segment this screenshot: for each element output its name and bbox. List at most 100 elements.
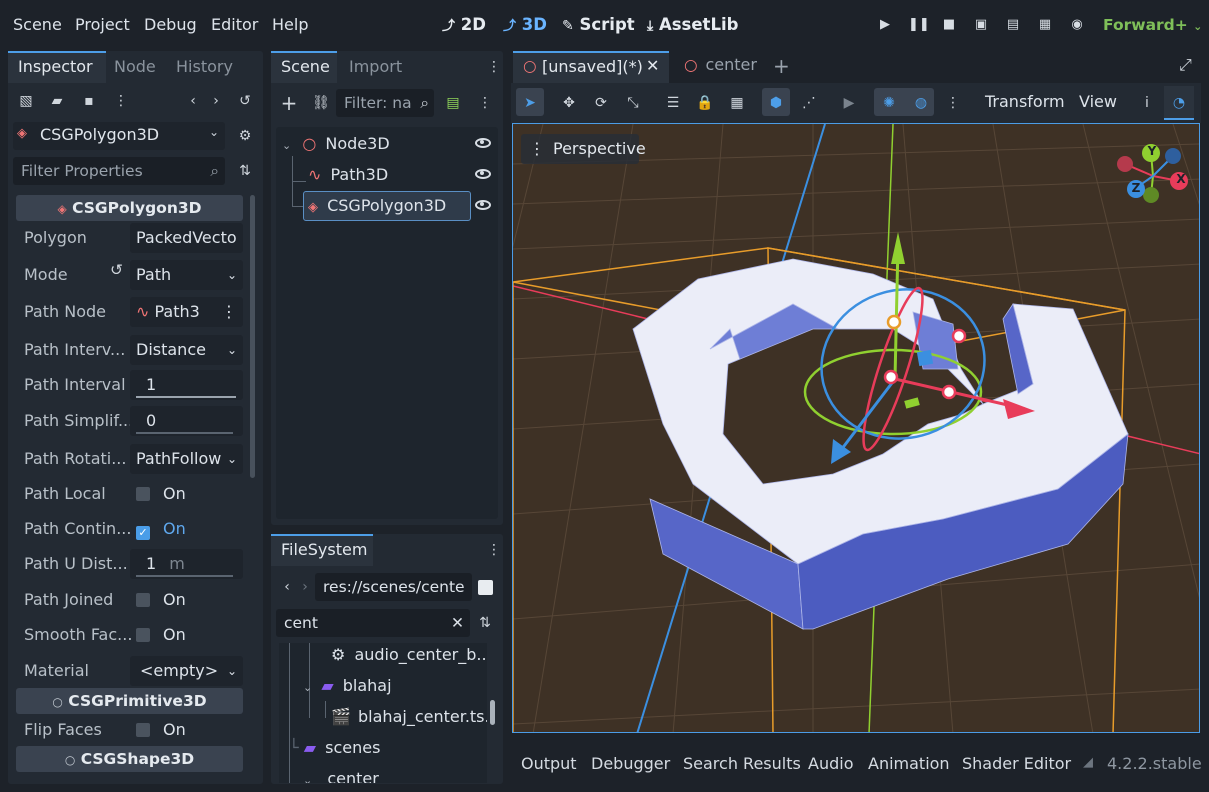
menu-scene[interactable]: Scene (13, 14, 62, 36)
prop-polygon-value[interactable]: PackedVecto (130, 223, 243, 253)
remote-debug-icon[interactable]: ▣ (972, 16, 990, 34)
save-icon[interactable]: ▪ (78, 90, 100, 112)
tree-node-node3d[interactable]: ⌄ ○ Node3D (282, 130, 390, 158)
forward-icon[interactable]: › (205, 90, 227, 112)
more-options-icon[interactable]: ⋮ (110, 90, 132, 112)
new-resource-icon[interactable]: ▧ (15, 90, 37, 112)
close-icon[interactable]: ✕ (451, 609, 464, 637)
play-scene-icon[interactable]: ▤ (1004, 16, 1022, 34)
prop-mode-select[interactable]: Path ⌄ (130, 260, 243, 290)
tab-scene[interactable]: Scene (271, 51, 337, 83)
tree-node-csgpolygon3d[interactable]: ◈ CSGPolygon3D (303, 191, 471, 221)
forward-icon[interactable]: › (294, 576, 316, 598)
stop-icon[interactable]: ■ (940, 16, 958, 34)
scene-tab-center[interactable]: ○ center (684, 55, 757, 79)
bottom-tab-shader-editor[interactable]: Shader Editor (962, 753, 1071, 775)
sun-icon[interactable]: ✺ (878, 92, 900, 114)
folder-scenes[interactable]: └ ▰ scenes (289, 734, 380, 762)
renderer-select[interactable]: Forward+ ⌄ (1103, 14, 1202, 36)
section-csgshape3d[interactable]: ○ CSGShape3D (16, 746, 243, 772)
visibility-eye-icon[interactable] (475, 169, 491, 179)
sort-icon[interactable]: ⇅ (234, 160, 256, 182)
object-props-icon[interactable]: ⚙ (234, 125, 256, 147)
back-icon[interactable]: ‹ (182, 90, 204, 112)
sort-icon[interactable]: ⇅ (474, 612, 496, 634)
movie-maker-icon[interactable]: ◉ (1068, 16, 1086, 34)
more-options-icon[interactable]: ⋮ (483, 56, 505, 78)
prop-path-joined-checkbox[interactable]: On (130, 585, 243, 615)
mode-3d-button[interactable]: ⤴ 3D (503, 14, 547, 36)
tab-history[interactable]: History (166, 51, 243, 83)
add-node-icon[interactable]: + (278, 92, 300, 114)
rotate-tool-icon[interactable]: ⟳ (590, 92, 612, 114)
close-icon[interactable]: ✕ (646, 56, 659, 75)
lock-icon[interactable]: 🔒 (694, 92, 716, 114)
menu-project[interactable]: Project (75, 14, 130, 36)
group-icon[interactable]: ▦ (726, 92, 748, 114)
visibility-eye-icon[interactable] (475, 138, 491, 148)
add-script-icon[interactable]: ▤ (442, 92, 464, 114)
bottom-tab-animation[interactable]: Animation (868, 753, 950, 775)
transform-menu[interactable]: Transform (985, 92, 1065, 111)
tab-import[interactable]: Import (339, 51, 412, 83)
visibility-eye-icon[interactable] (475, 200, 491, 210)
filesystem-scrollbar[interactable] (490, 700, 495, 725)
prop-path-local-checkbox[interactable]: On (130, 479, 243, 509)
menu-help[interactable]: Help (272, 14, 308, 36)
menu-editor[interactable]: Editor (211, 14, 258, 36)
snap-icon[interactable]: ⋰ (798, 92, 820, 114)
prop-path-node-value[interactable]: ∿ Path3 ⋮ (130, 297, 243, 327)
perspective-menu[interactable]: ⋮ Perspective (521, 134, 646, 164)
toggle-split-icon[interactable] (478, 580, 493, 595)
tab-filesystem[interactable]: FileSystem (271, 534, 373, 566)
tab-node[interactable]: Node (104, 51, 166, 83)
node-type-select[interactable]: ◈ CSGPolygon3D ⌄ (13, 122, 225, 150)
pause-icon[interactable]: ❚❚ (908, 16, 930, 34)
camera-preview-icon[interactable]: ▶ (838, 92, 860, 114)
list-select-icon[interactable]: ☰ (662, 92, 684, 114)
path-interval-slider[interactable] (136, 396, 236, 398)
play-icon[interactable]: ▶ (876, 16, 894, 34)
environment-icon[interactable]: ◍ (910, 92, 932, 114)
scale-tool-icon[interactable]: ⤡ (622, 92, 644, 114)
add-tab-icon[interactable]: + (773, 54, 790, 78)
more-options-icon[interactable]: ⋮ (483, 539, 505, 561)
mode-script-button[interactable]: ✎ Script (562, 14, 635, 36)
history-icon[interactable]: ↺ (234, 90, 256, 112)
more-options-icon[interactable]: ⋮ (942, 92, 964, 114)
tree-node-path3d[interactable]: ∿ Path3D (308, 161, 388, 189)
link-icon[interactable]: ⛓ (310, 92, 332, 114)
3d-viewport[interactable]: X Y Z ⋮ Perspective (512, 123, 1200, 733)
folder-blahaj[interactable]: ⌄ ▰ blahaj (303, 672, 392, 700)
scene-filter-input[interactable]: Filter: na ⌕ (336, 89, 434, 117)
section-csgpolygon3d[interactable]: ◈ CSGPolygon3D (16, 195, 243, 221)
inspector-scrollbar[interactable] (250, 195, 255, 478)
bottom-tab-search-results[interactable]: Search Results (683, 753, 801, 775)
filesystem-path-input[interactable]: res://scenes/cente (315, 573, 472, 601)
path-u-distance-slider[interactable] (136, 575, 233, 577)
bottom-tab-audio[interactable]: Audio (808, 753, 853, 775)
mode-2d-button[interactable]: ⤴ 2D (442, 14, 486, 36)
filter-properties-input[interactable]: Filter Properties ⌕ (13, 157, 225, 185)
menu-debug[interactable]: Debug (144, 14, 197, 36)
select-tool-icon[interactable]: ➤ (519, 92, 541, 114)
view-menu[interactable]: View (1079, 92, 1117, 111)
section-csgprimitive3d[interactable]: ○ CSGPrimitive3D (16, 688, 243, 714)
gizmo-icon[interactable]: ◔ (1168, 92, 1190, 114)
distraction-free-icon[interactable]: ⤢ (1179, 55, 1192, 75)
file-item-blahaj-center[interactable]: 🎬 blahaj_center.ts... (331, 703, 487, 731)
local-space-icon[interactable]: ⬢ (765, 92, 787, 114)
move-tool-icon[interactable]: ✥ (558, 92, 580, 114)
tab-inspector[interactable]: Inspector (8, 51, 106, 83)
update-spinner-icon[interactable]: ◢ (1083, 755, 1093, 770)
prop-path-continuous-u-checkbox[interactable]: ✓ On (130, 514, 243, 544)
path-simplify-slider[interactable] (136, 432, 233, 434)
bottom-tab-debugger[interactable]: Debugger (591, 753, 670, 775)
file-item-audio-center[interactable]: ⚙ audio_center_b... (331, 643, 487, 669)
prop-path-interval-type-select[interactable]: Distance ⌄ (130, 335, 243, 365)
prop-flip-faces-checkbox[interactable]: On (130, 715, 243, 745)
scene-tab-unsaved[interactable]: ○ [unsaved](*) ✕ (513, 51, 669, 83)
filesystem-search-input[interactable]: cent ✕ (276, 609, 470, 637)
play-custom-scene-icon[interactable]: ▦ (1036, 16, 1054, 34)
open-folder-icon[interactable]: ▰ (46, 90, 68, 112)
